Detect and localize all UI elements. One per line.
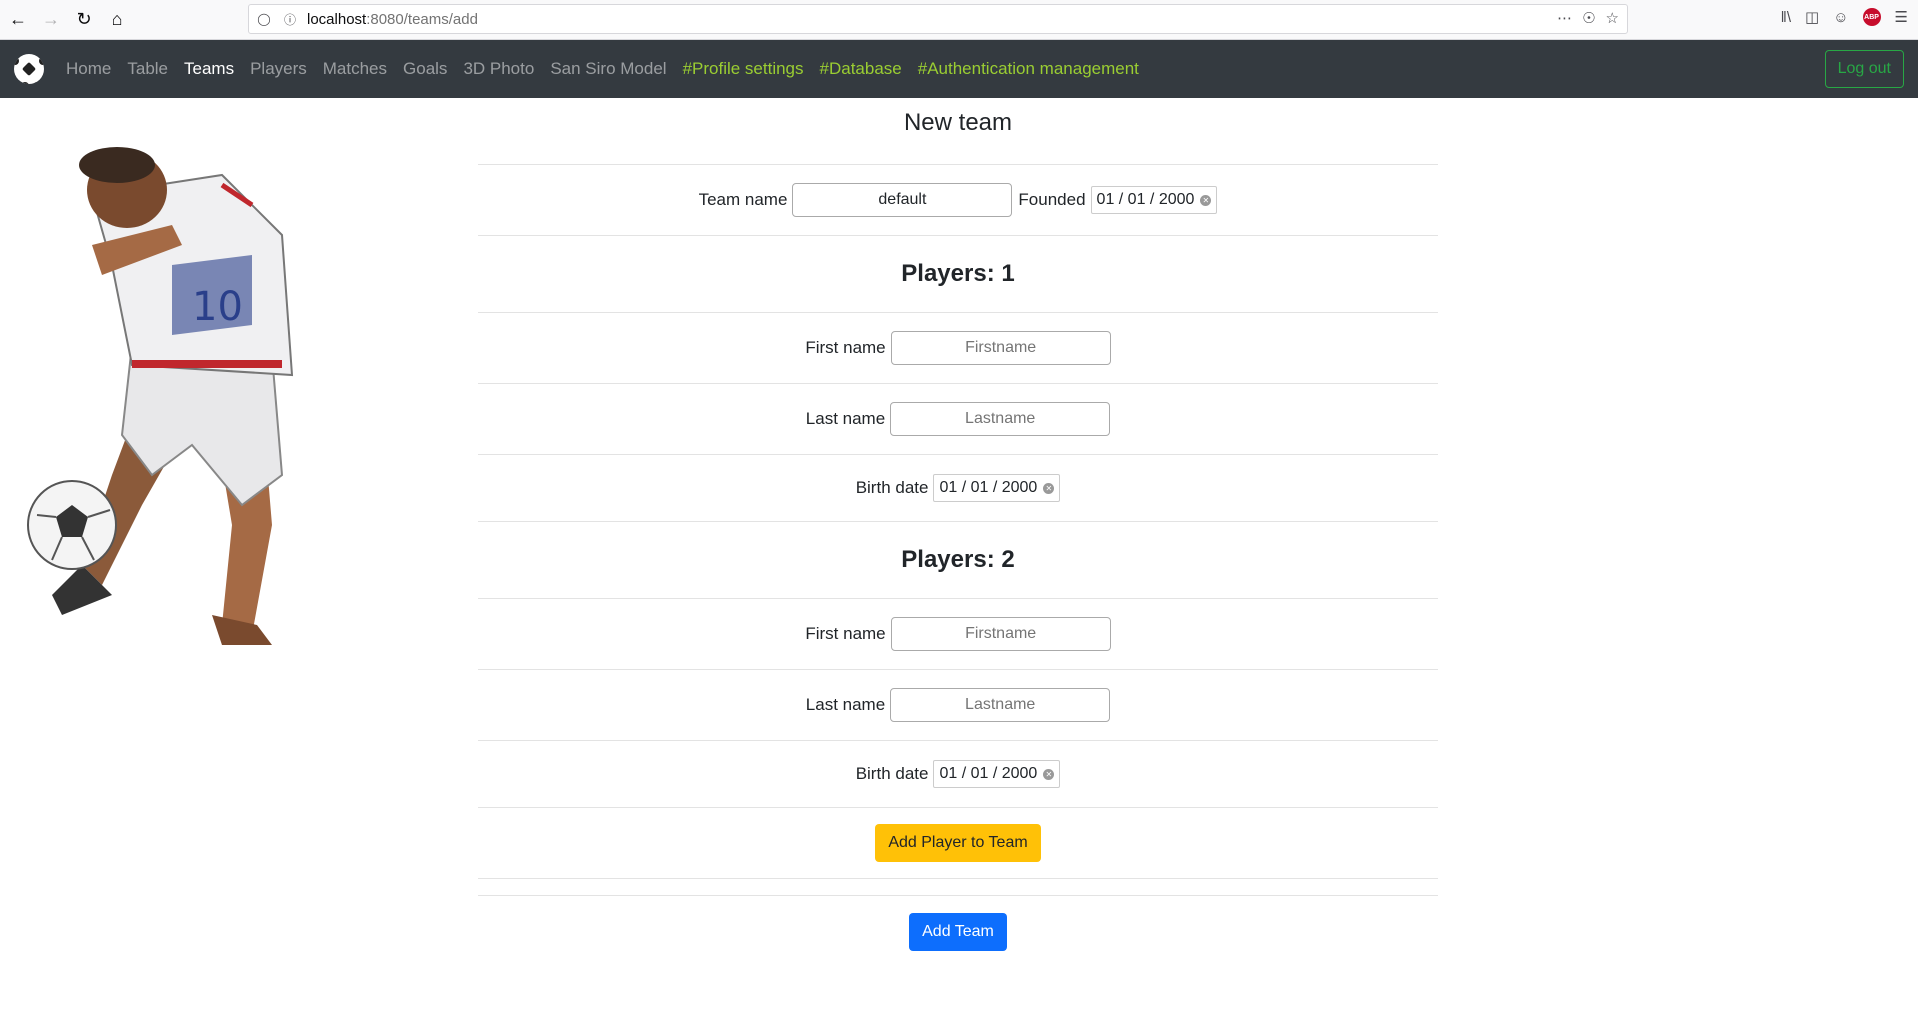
nav-table[interactable]: Table <box>127 59 168 79</box>
forward-icon[interactable]: → <box>36 5 66 35</box>
logout-button[interactable]: Log out <box>1824 50 1904 88</box>
new-team-form: New team Team name Founded 01 / 01 / 200… <box>478 98 1438 968</box>
page-title: New team <box>903 109 1013 136</box>
browser-toolbar: ← → ↻ ⌂ ◯ ⓘ localhost:8080/teams/add ⋯ ☉… <box>0 0 1918 40</box>
add-team-row: Add Team <box>478 896 1438 968</box>
birth-date-value: 01 / 01 / 2000 <box>939 479 1038 496</box>
player-2-first-name-row: First name <box>478 599 1438 669</box>
home-icon[interactable]: ⌂ <box>102 5 132 35</box>
team-info-row: Team name Founded 01 / 01 / 2000 ✕ <box>478 165 1438 235</box>
main-navbar: Home Table Teams Players Matches Goals 3… <box>0 40 1918 98</box>
player-2-first-name-input[interactable] <box>890 617 1111 651</box>
first-name-label: First name <box>805 338 886 357</box>
nav-goals[interactable]: Goals <box>403 59 447 79</box>
nav-database[interactable]: #Database <box>820 59 902 79</box>
clear-icon[interactable]: ✕ <box>1043 768 1055 780</box>
birth-date-label: Birth date <box>855 478 929 497</box>
nav-profile-settings[interactable]: #Profile settings <box>683 59 804 79</box>
back-icon[interactable]: ← <box>3 5 33 35</box>
bookmark-star-icon[interactable]: ☆ <box>1606 9 1619 27</box>
football-player-image: 10 <box>27 147 294 645</box>
player-2-birth-date-row: Birth date 01 / 01 / 2000 ✕ <box>478 741 1438 807</box>
nav-authentication-management[interactable]: #Authentication management <box>918 59 1139 79</box>
birth-date-label: Birth date <box>855 764 929 783</box>
first-name-label: First name <box>805 624 886 643</box>
player-2-last-name-input[interactable] <box>890 688 1111 722</box>
pocket-icon[interactable]: ☉ <box>1582 9 1595 27</box>
player-1-birth-date-input[interactable]: 01 / 01 / 2000 ✕ <box>933 474 1061 502</box>
soccer-ball-logo-icon[interactable] <box>14 54 44 84</box>
info-icon[interactable]: ⓘ <box>279 8 301 30</box>
birth-date-value: 01 / 01 / 2000 <box>939 765 1038 782</box>
player-1-last-name-input[interactable] <box>890 402 1111 436</box>
account-icon[interactable]: ☺ <box>1833 9 1848 26</box>
player-1-birth-date-row: Birth date 01 / 01 / 2000 ✕ <box>478 455 1438 521</box>
last-name-label: Last name <box>805 409 886 428</box>
nav-3d-photo[interactable]: 3D Photo <box>463 59 534 79</box>
nav-home[interactable]: Home <box>66 59 111 79</box>
adblock-icon[interactable]: ABP <box>1862 8 1881 26</box>
nav-teams[interactable]: Teams <box>184 59 234 79</box>
team-name-label: Team name <box>698 190 788 209</box>
player-1-first-name-row: First name <box>478 313 1438 383</box>
address-bar[interactable]: ◯ ⓘ localhost:8080/teams/add ⋯ ☉ ☆ <box>248 4 1628 34</box>
reload-icon[interactable]: ↻ <box>69 5 99 35</box>
nav-matches[interactable]: Matches <box>323 59 387 79</box>
add-player-row: Add Player to Team <box>478 808 1438 878</box>
founded-label: Founded <box>1018 190 1086 209</box>
sidebar-icon[interactable]: ◫ <box>1805 8 1819 26</box>
player-1-last-name-row: Last name <box>478 384 1438 454</box>
player-2-heading: Players: 2 <box>901 546 1015 573</box>
founded-date-value: 01 / 01 / 2000 <box>1096 191 1195 208</box>
url-text: localhost:8080/teams/add <box>307 10 478 28</box>
clear-icon[interactable]: ✕ <box>1043 482 1055 494</box>
page-actions-icon[interactable]: ⋯ <box>1557 9 1572 27</box>
menu-icon[interactable]: ☰ <box>1895 8 1908 26</box>
nav-players[interactable]: Players <box>250 59 307 79</box>
player-1-first-name-input[interactable] <box>890 331 1111 365</box>
svg-text:10: 10 <box>192 284 243 330</box>
add-player-button[interactable]: Add Player to Team <box>875 824 1041 862</box>
founded-date-input[interactable]: 01 / 01 / 2000 ✕ <box>1090 186 1218 214</box>
team-name-input[interactable] <box>792 183 1013 217</box>
player-2-birth-date-input[interactable]: 01 / 01 / 2000 ✕ <box>933 760 1061 788</box>
player-1-heading: Players: 1 <box>901 260 1015 287</box>
nav-san-siro-model[interactable]: San Siro Model <box>550 59 666 79</box>
shield-icon: ◯ <box>257 12 271 26</box>
library-icon[interactable]: ‖\ <box>1781 9 1791 26</box>
last-name-label: Last name <box>805 695 886 714</box>
player-2-last-name-row: Last name <box>478 670 1438 740</box>
clear-icon[interactable]: ✕ <box>1200 194 1212 206</box>
add-team-button[interactable]: Add Team <box>909 913 1007 951</box>
